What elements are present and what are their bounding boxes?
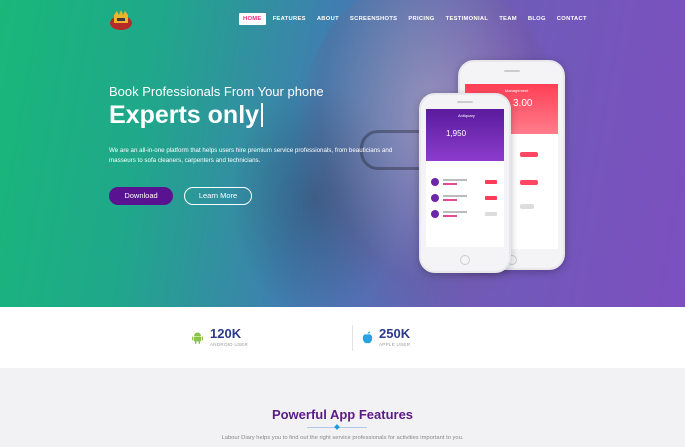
- features-title: Powerful App Features: [271, 407, 414, 422]
- nav-about[interactable]: ABOUT: [313, 13, 343, 25]
- transaction-name: [443, 195, 467, 197]
- typing-cursor: [261, 103, 264, 127]
- transaction-amount-bar: [443, 199, 457, 201]
- main-nav: HOME FEATURES ABOUT SCREENSHOTS PRICING …: [239, 13, 594, 25]
- phone-back-pill: [520, 180, 538, 185]
- features-divider-diamond: [334, 424, 340, 430]
- features-section: Powerful App Features Labour Diary helps…: [0, 368, 685, 447]
- transaction-name: [443, 179, 467, 181]
- transaction-avatar: [431, 210, 439, 218]
- hero-title: Experts only: [109, 101, 260, 129]
- android-icon: [192, 332, 203, 344]
- download-button[interactable]: Download: [109, 187, 173, 205]
- transaction-avatar: [431, 194, 439, 202]
- nav-pricing[interactable]: PRICING: [404, 13, 438, 25]
- phone-home-button: [460, 255, 470, 265]
- features-description: Labour Diary helps you to find out the r…: [221, 435, 464, 441]
- logo-icon[interactable]: [109, 9, 133, 31]
- hero-description: We are an all-in-one platform that helps…: [109, 147, 393, 164]
- nav-screenshots[interactable]: SCREENSHOTS: [346, 13, 401, 25]
- phone-front-header: Antiquary 1,950: [426, 109, 504, 161]
- phone-speaker: [503, 70, 520, 72]
- apple-user-label: APPLE USER: [379, 342, 411, 347]
- nav-team[interactable]: TEAM: [495, 13, 521, 25]
- android-user-label: ANDROID USER: [210, 342, 249, 347]
- transaction-row: [431, 177, 499, 187]
- transaction-status: [485, 180, 497, 184]
- transaction-avatar: [431, 178, 439, 186]
- hero-title-wrap: Experts only: [109, 101, 264, 130]
- nav-blog[interactable]: BLOG: [524, 13, 550, 25]
- nav-contact[interactable]: CONTACT: [553, 13, 591, 25]
- nav-testimonial[interactable]: TESTIMONIAL: [442, 13, 493, 25]
- learn-more-button[interactable]: Learn More: [184, 187, 252, 205]
- phone-front-title: Antiquary: [458, 113, 475, 118]
- phone-back-amount: 3.00: [513, 98, 533, 109]
- phone-front-amount: 1,950: [446, 129, 467, 138]
- transaction-status: [485, 212, 497, 216]
- phone-back-title: Management: [505, 88, 529, 93]
- transaction-amount-bar: [443, 215, 457, 217]
- android-user-count: 120K: [210, 326, 242, 341]
- apple-icon: [362, 331, 373, 344]
- transaction-amount-bar: [443, 183, 457, 185]
- nav-home[interactable]: HOME: [239, 13, 266, 25]
- transaction-row: [431, 193, 499, 203]
- phone-speaker: [457, 101, 473, 103]
- hero-section: HOME FEATURES ABOUT SCREENSHOTS PRICING …: [0, 0, 685, 307]
- transaction-status: [485, 196, 497, 200]
- phone-front-screen: Antiquary 1,950: [426, 109, 504, 247]
- phone-mockup-front: Antiquary 1,950: [419, 93, 511, 273]
- apple-user-count: 250K: [379, 326, 411, 341]
- stats-divider: [352, 325, 353, 351]
- transaction-row: [431, 209, 499, 219]
- nav-features[interactable]: FEATURES: [269, 13, 310, 25]
- phone-back-pill: [520, 204, 534, 209]
- hero-subtitle: Book Professionals From Your phone: [109, 84, 324, 99]
- transaction-name: [443, 211, 467, 213]
- phone-back-pill: [520, 152, 538, 157]
- stats-section: 120K ANDROID USER 250K APPLE USER: [0, 307, 685, 368]
